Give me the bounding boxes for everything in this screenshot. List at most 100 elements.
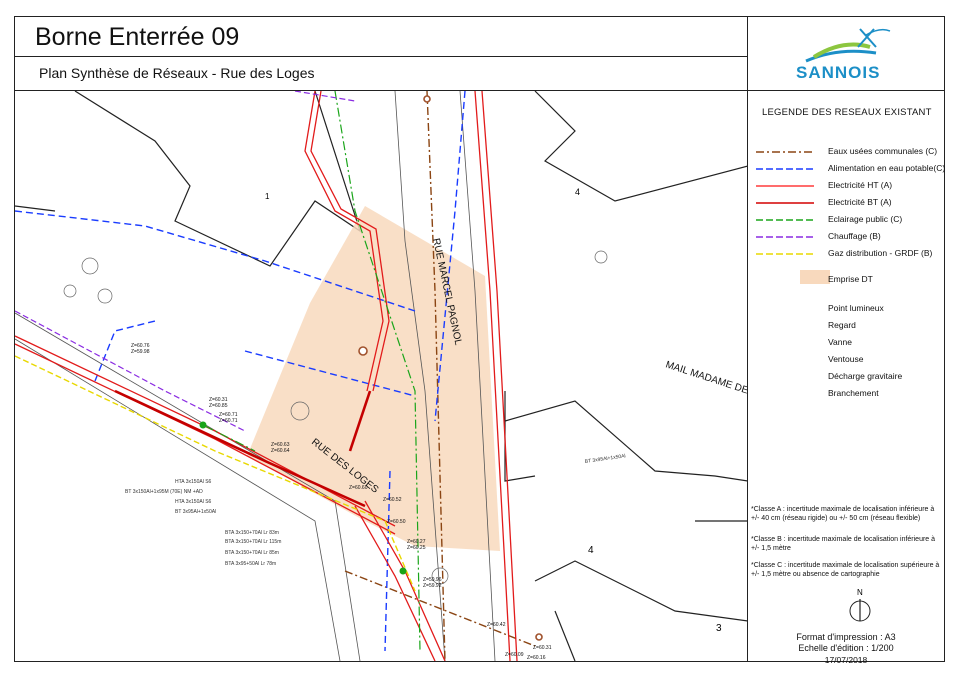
air-valve-icon [754, 353, 814, 367]
legend-row-point-lumineux: EC Point lumineux [748, 302, 944, 316]
line-swatch-icon [756, 168, 814, 170]
logo-block: SANNOIS [748, 17, 944, 91]
connection-arrow-icon [754, 387, 814, 401]
legend-label: Eclairage public (C) [828, 214, 903, 224]
legend-title: LEGENDE DES RESEAUX EXISTANT [762, 107, 932, 118]
building-outline [504, 391, 536, 482]
plan-date: 17/07/2018 [824, 655, 868, 665]
cable-label: BT 3x95Al+1x50Al [175, 509, 216, 515]
manhole-icon[interactable] [535, 633, 543, 641]
legend-row-network: Chauffage (B) [748, 230, 944, 244]
gravity-discharge-icon [754, 370, 814, 384]
parcel-number: 1 [265, 192, 270, 201]
green-dot-icon[interactable] [399, 567, 407, 575]
tree-icon [63, 284, 77, 298]
legend-row-network: Electricité HT (A) [748, 179, 944, 193]
emprise-swatch [800, 270, 830, 284]
title-divider [15, 56, 748, 57]
spot-level: Z=60.50 [387, 519, 406, 525]
green-dot-icon[interactable] [199, 421, 207, 429]
legend-row-branchement: Branchement [748, 387, 944, 401]
building-outline [534, 560, 747, 622]
building-outline [15, 205, 56, 212]
green-dot-icon: EC [754, 302, 814, 316]
spot-level: Z=59.92 [423, 583, 442, 589]
manhole-icon[interactable] [423, 95, 431, 103]
legend-label: Branchement [828, 388, 879, 398]
network-map[interactable]: RUE MARCEL PAGNOL RUE DES LOGES MAIL MAD… [15, 91, 748, 661]
spot-level: Z=60.16 [527, 655, 546, 661]
parcel-number: 4 [588, 545, 594, 556]
cable-label: BTA 3x150+70Al Lr 85m [225, 550, 279, 556]
legend-row-regard: Regard [748, 319, 944, 333]
sannois-logo-icon [805, 28, 891, 63]
print-format: Format d'impression : A3 [796, 632, 896, 642]
legend-label: Gaz distribution - GRDF (B) [828, 248, 933, 258]
legend-label: Vanne [828, 337, 852, 347]
title-block: Borne Enterrée 09 Plan Synthèse de Résea… [15, 17, 748, 91]
legend-row-network: Eclairage public (C) [748, 213, 944, 227]
legend-row-network: Gaz distribution - GRDF (B) [748, 247, 944, 261]
cable-label: BT 3x95Al+1x50Al [584, 453, 626, 465]
line-swatch-icon [756, 185, 814, 187]
legend-row-emprise: Emprise DT [748, 270, 944, 286]
spot-level: Z=59.98 [131, 349, 150, 355]
street-name-mail: MAIL MADAME DE SEV [664, 359, 748, 403]
line-swatch-icon [756, 253, 814, 255]
building-outline [534, 91, 747, 202]
legend-row-decharge: Décharge gravitaire [748, 370, 944, 384]
class-a-note: *Classe A : incertitude maximale de loca… [751, 506, 935, 522]
building-outline [504, 400, 747, 522]
spot-level: Z=60.09 [505, 652, 524, 658]
legend-label: Décharge gravitaire [828, 371, 903, 381]
line-swatch-icon [756, 219, 814, 221]
cable-label: HTA 3x150Al S6 [175, 479, 212, 485]
legend-label: Regard [828, 320, 856, 330]
legend-label: Electricité HT (A) [828, 180, 893, 190]
spot-level: Z=60.85 [209, 403, 228, 409]
map-canvas[interactable]: RUE MARCEL PAGNOL RUE DES LOGES MAIL MAD… [15, 91, 748, 661]
heating-line [15, 310, 246, 432]
spot-level: Z=60.31 [533, 645, 552, 651]
legend-row-network: Alimentation en eau potable(C) [748, 162, 946, 176]
north-arrow-icon: N [849, 588, 871, 622]
cable-label: BT 3x150Al+1x95M (70E) NM +AD [125, 489, 203, 495]
manhole-icon[interactable] [358, 346, 368, 356]
tree-icon [97, 288, 113, 304]
plan-sheet: Borne Enterrée 09 Plan Synthèse de Résea… [14, 16, 946, 665]
parcel-number: 3 [716, 623, 722, 634]
spot-level: Z=60.52 [383, 497, 402, 503]
legend-row-ventouse: Ventouse [748, 353, 944, 367]
tree-icon [594, 250, 608, 264]
logo-text: SANNOIS [796, 63, 881, 82]
building-outline [554, 610, 576, 661]
north-label: N [857, 588, 863, 597]
legend-row-network: Eaux usées communales (C) [748, 145, 944, 159]
legend-label: Ventouse [828, 354, 864, 364]
legend-panel: LEGENDE DES RESEAUX EXISTANT Eaux usées … [748, 91, 946, 665]
legend-label: Point lumineux [828, 303, 884, 313]
plan-subtitle: Plan Synthèse de Réseaux - Rue des Loges [39, 65, 315, 81]
legend-row-vanne: Vanne [748, 336, 944, 350]
tree-icon [81, 257, 99, 275]
cable-label: BTA 3x150+70Al Lr 115m [225, 539, 281, 545]
edition-scale: Echelle d'édition : 1/200 [798, 643, 894, 653]
legend-label: Electricité BT (A) [828, 197, 892, 207]
line-swatch-icon [756, 202, 814, 204]
parcel-number: 4 [575, 187, 580, 197]
heating-line [294, 91, 356, 102]
cable-label: HTA 3x150Al S6 [175, 499, 212, 505]
spot-level: Z=60.60 [349, 485, 368, 491]
spot-level: Z=60.64 [271, 448, 290, 454]
legend-label: Alimentation en eau potable(C) [828, 163, 946, 173]
plan-title: Borne Enterrée 09 [35, 23, 240, 51]
legend-label: Chauffage (B) [828, 231, 881, 241]
class-b-note: *Classe B : incertitude maximale de loca… [751, 536, 936, 552]
legend-row-network: Electricité BT (A) [748, 196, 944, 210]
spot-level: Z=60.42 [487, 622, 506, 628]
class-c-note: *Classe C : incertitude maximale de loca… [751, 562, 940, 578]
spot-level: Z=60.25 [407, 545, 426, 551]
cable-label: BTA 3x150+70Al Lr 83m [225, 530, 279, 536]
cable-label: BTA 3x95+50Al Lr 78m [225, 561, 276, 567]
legend-label: Eaux usées communales (C) [828, 146, 938, 156]
